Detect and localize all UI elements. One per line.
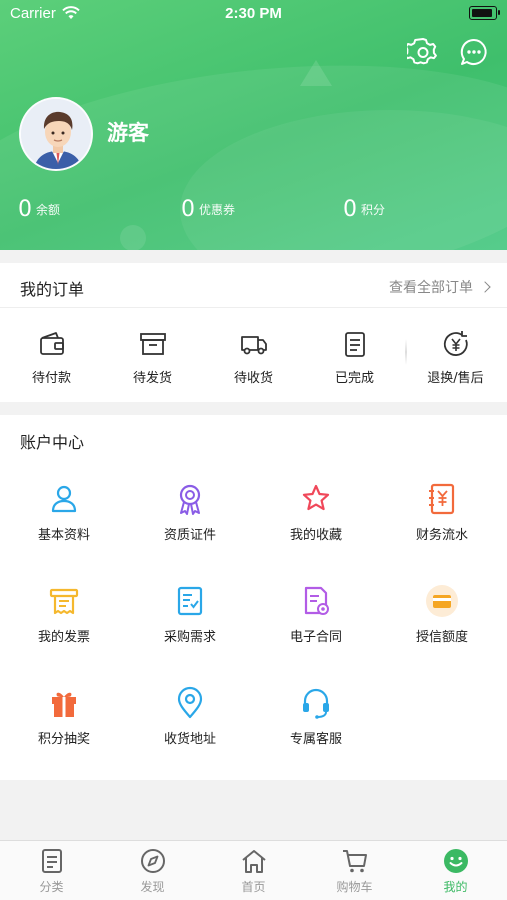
order-label: 待发货 bbox=[132, 371, 172, 386]
order-completed[interactable]: 已完成 bbox=[304, 329, 405, 386]
account-item-label: 电子合同 bbox=[289, 630, 342, 645]
chevron-right-icon bbox=[479, 281, 491, 293]
stat-value: 0 bbox=[18, 197, 32, 222]
invoice-icon bbox=[49, 588, 79, 615]
tab-label: 分类 bbox=[39, 880, 64, 894]
account-item-label: 我的收藏 bbox=[289, 528, 342, 543]
order-label: 退换/售后 bbox=[427, 371, 484, 386]
status-bar: Carrier 2:30 PM bbox=[0, 0, 507, 28]
box-icon bbox=[139, 333, 166, 355]
account-item-label: 我的发票 bbox=[37, 630, 90, 645]
account-item-address[interactable]: 收货地址 bbox=[127, 686, 253, 747]
account-item-label: 积分抽奖 bbox=[37, 732, 90, 747]
tab-category[interactable]: 分类 bbox=[1, 847, 102, 895]
orders-title: 我的订单 bbox=[20, 280, 85, 299]
compass-icon bbox=[140, 849, 165, 873]
stat-label: 优惠券 bbox=[199, 203, 236, 217]
orders-card: 我的订单 查看全部订单 待付款 待发货 待收货 已完成 退换/售后 bbox=[0, 263, 507, 402]
cart-icon bbox=[342, 850, 367, 873]
refund-icon bbox=[443, 331, 468, 356]
truck-icon bbox=[240, 336, 267, 355]
location-icon bbox=[177, 686, 203, 719]
home-icon bbox=[241, 850, 266, 873]
account-item-label: 财务流水 bbox=[415, 528, 468, 543]
category-icon bbox=[41, 849, 62, 873]
order-pending-shipment[interactable]: 待发货 bbox=[102, 329, 203, 386]
account-item-support[interactable]: 专属客服 bbox=[253, 686, 379, 747]
settings-icon[interactable] bbox=[407, 36, 439, 68]
account-item-contracts[interactable]: 电子合同 bbox=[253, 584, 379, 645]
headset-icon bbox=[303, 688, 329, 719]
view-all-orders-link[interactable]: 查看全部订单 bbox=[389, 277, 491, 297]
stat-value: 0 bbox=[343, 197, 357, 222]
message-icon[interactable] bbox=[458, 36, 490, 68]
stat-label: 积分 bbox=[361, 203, 386, 217]
order-pending-receipt[interactable]: 待收货 bbox=[203, 329, 304, 386]
ledger-icon bbox=[429, 483, 455, 515]
order-refund-aftersale[interactable]: 退换/售后 bbox=[405, 329, 506, 386]
header-decoration bbox=[300, 60, 332, 86]
order-label: 待付款 bbox=[31, 371, 71, 386]
tab-discover[interactable]: 发现 bbox=[102, 847, 203, 895]
account-center-title: 账户中心 bbox=[20, 433, 85, 452]
avatar[interactable] bbox=[19, 97, 93, 171]
contract-icon bbox=[304, 586, 329, 615]
account-item-label: 资质证件 bbox=[163, 528, 216, 543]
wallet-icon bbox=[39, 332, 64, 355]
username[interactable]: 游客 bbox=[107, 117, 149, 147]
clipboard-icon bbox=[344, 332, 365, 357]
account-item-certificates[interactable]: 资质证件 bbox=[127, 482, 253, 543]
divider bbox=[0, 307, 507, 308]
view-all-orders-label: 查看全部订单 bbox=[389, 280, 473, 296]
order-pending-payment[interactable]: 待付款 bbox=[1, 329, 102, 386]
tab-label: 首页 bbox=[241, 880, 266, 894]
account-item-label: 基本资料 bbox=[37, 528, 90, 543]
clock: 2:30 PM bbox=[225, 5, 282, 22]
tab-label: 发现 bbox=[140, 880, 165, 894]
profile-header: Carrier 2:30 PM 游客 0 余额 0 优惠券 0 积分 bbox=[0, 0, 507, 250]
account-item-invoices[interactable]: 我的发票 bbox=[1, 584, 127, 645]
account-item-finance[interactable]: 财务流水 bbox=[379, 482, 505, 543]
user-icon bbox=[51, 485, 77, 513]
battery-icon bbox=[469, 6, 500, 20]
stat-coupons[interactable]: 0 优惠券 bbox=[181, 197, 235, 222]
account-item-favorites[interactable]: 我的收藏 bbox=[253, 482, 379, 543]
tab-label: 购物车 bbox=[336, 880, 373, 894]
stat-balance[interactable]: 0 余额 bbox=[18, 197, 60, 222]
account-item-label: 收货地址 bbox=[163, 732, 216, 747]
stat-value: 0 bbox=[181, 197, 195, 222]
header-decoration bbox=[120, 225, 146, 250]
account-item-lottery[interactable]: 积分抽奖 bbox=[1, 686, 127, 747]
tab-cart[interactable]: 购物车 bbox=[304, 847, 405, 895]
gift-icon bbox=[52, 692, 76, 717]
tab-mine[interactable]: 我的 bbox=[405, 847, 506, 895]
tab-label: 我的 bbox=[443, 880, 468, 894]
star-icon bbox=[302, 484, 330, 511]
award-icon bbox=[179, 484, 201, 515]
order-label: 已完成 bbox=[334, 371, 374, 386]
account-item-label: 专属客服 bbox=[289, 732, 342, 747]
tab-bar: 分类 发现 首页 购物车 我的 bbox=[0, 840, 507, 900]
order-label: 待收货 bbox=[233, 371, 273, 386]
account-item-purchase[interactable]: 采购需求 bbox=[127, 584, 253, 645]
account-center-card: 账户中心 基本资料 资质证件 我的收藏 财务流水 我的发票 采购需求 电子合同 … bbox=[0, 415, 507, 780]
stat-points[interactable]: 0 积分 bbox=[343, 197, 385, 222]
stat-label: 余额 bbox=[36, 203, 61, 217]
account-item-label: 授信额度 bbox=[415, 630, 468, 645]
tab-home[interactable]: 首页 bbox=[203, 847, 304, 895]
credit-card-icon bbox=[426, 585, 458, 617]
account-item-label: 采购需求 bbox=[163, 630, 216, 645]
account-item-credit[interactable]: 授信额度 bbox=[379, 584, 505, 645]
smile-icon bbox=[443, 849, 468, 873]
account-item-profile[interactable]: 基本资料 bbox=[1, 482, 127, 543]
purchase-list-icon bbox=[177, 586, 203, 616]
